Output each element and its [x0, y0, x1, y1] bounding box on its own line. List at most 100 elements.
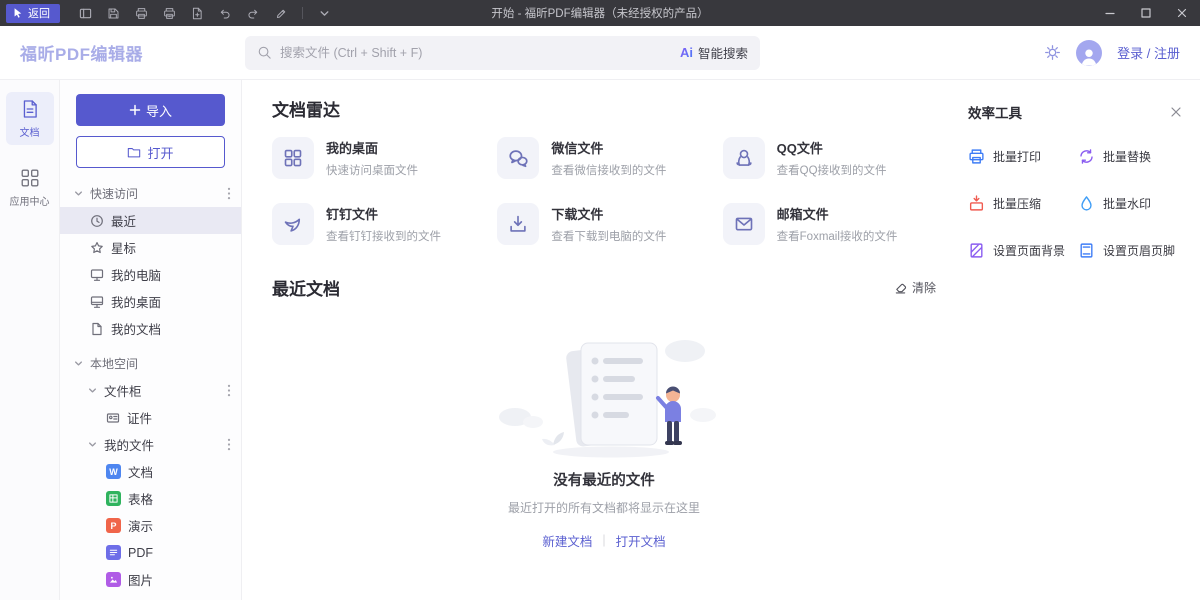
- close-icon[interactable]: [1170, 106, 1182, 118]
- more-icon[interactable]: [227, 438, 231, 451]
- download-icon: [497, 203, 539, 245]
- sidebar-item-starred[interactable]: 星标: [60, 234, 241, 261]
- header-footer-icon: [1078, 242, 1095, 259]
- search-input[interactable]: [280, 46, 662, 60]
- toolbar-divider: [302, 7, 303, 19]
- more-icon[interactable]: [227, 384, 231, 397]
- sidebar-item-file-cabinet[interactable]: 文件柜: [60, 377, 241, 404]
- sidebar-item-docs[interactable]: W 文档: [60, 458, 241, 485]
- tool-page-background[interactable]: 设置页面背景: [968, 242, 1072, 259]
- sidebar-item-my-desktop[interactable]: 我的桌面: [60, 288, 241, 315]
- tool-header-footer[interactable]: 设置页眉页脚: [1078, 242, 1182, 259]
- chevron-down-icon: [74, 189, 83, 198]
- item-label: 文件柜: [104, 381, 142, 400]
- chevron-down-icon: [88, 386, 97, 395]
- maximize-button[interactable]: [1128, 0, 1164, 26]
- left-rail: 文档 应用中心: [0, 80, 60, 600]
- tool-batch-compress[interactable]: 批量压缩: [968, 195, 1072, 212]
- mail-icon: [723, 203, 765, 245]
- open-button[interactable]: 打开: [76, 136, 225, 168]
- tool-batch-replace[interactable]: 批量替换: [1078, 148, 1182, 165]
- pdf-file-icon: [106, 545, 121, 560]
- sidebar-item-my-computer[interactable]: 我的电脑: [60, 261, 241, 288]
- card-title: 下载文件: [551, 204, 666, 223]
- item-label: PDF: [128, 546, 153, 560]
- open-document-link[interactable]: 打开文档: [616, 531, 666, 550]
- search-bar[interactable]: Ai 智能搜索: [245, 36, 760, 70]
- desktop-grid-icon: [272, 137, 314, 179]
- new-file-icon[interactable]: [186, 3, 208, 23]
- gear-icon[interactable]: [1044, 44, 1061, 61]
- group-local-space[interactable]: 本地空间: [60, 350, 241, 377]
- close-button[interactable]: [1164, 0, 1200, 26]
- item-label: 我的文件: [104, 435, 154, 454]
- card-dingtalk-files[interactable]: 钉钉文件 查看钉钉接收到的文件: [272, 203, 485, 245]
- chevron-down-icon: [74, 359, 83, 368]
- item-label: 我的文档: [111, 319, 161, 338]
- app-window: 返回: [0, 0, 1200, 600]
- back-button[interactable]: 返回: [6, 4, 60, 23]
- sidebar-item-recent[interactable]: 最近: [60, 207, 241, 234]
- tool-batch-watermark[interactable]: 批量水印: [1078, 195, 1182, 212]
- rail-item-label: 应用中心: [10, 193, 50, 208]
- card-mail-files[interactable]: 邮箱文件 查看Foxmail接收的文件: [723, 203, 936, 245]
- empty-illustration: [489, 325, 719, 465]
- sidebar-item-certificates[interactable]: 证件: [60, 404, 241, 431]
- rail-item-documents[interactable]: 文档: [6, 92, 54, 145]
- folder-tree: 快速访问 最近 星标 我的电脑 我的桌面: [60, 180, 241, 593]
- titlebar: 返回: [0, 0, 1200, 26]
- card-title: 微信文件: [551, 138, 666, 157]
- tool-batch-print[interactable]: 批量打印: [968, 148, 1072, 165]
- sidebar-item-images[interactable]: 图片: [60, 566, 241, 593]
- save-icon[interactable]: [102, 3, 124, 23]
- droplet-icon: [1078, 195, 1095, 212]
- qq-icon: [723, 137, 765, 179]
- item-label: 演示: [128, 516, 153, 535]
- minimize-button[interactable]: [1092, 0, 1128, 26]
- print-icon[interactable]: [130, 3, 152, 23]
- card-desc: 查看下载到电脑的文件: [551, 228, 666, 244]
- redo-icon[interactable]: [242, 3, 264, 23]
- header: 福昕PDF编辑器 Ai 智能搜索 登录 / 注册: [0, 26, 1200, 80]
- menu-icon[interactable]: [74, 3, 96, 23]
- login-register-link[interactable]: 登录 / 注册: [1117, 43, 1180, 62]
- smart-search-button[interactable]: Ai 智能搜索: [670, 43, 748, 62]
- sidebar-item-pdf[interactable]: PDF: [60, 539, 241, 566]
- avatar[interactable]: [1076, 40, 1102, 66]
- smart-search-label: 智能搜索: [698, 43, 748, 62]
- tool-label: 设置页面背景: [993, 242, 1065, 259]
- sidebar-item-my-documents[interactable]: 我的文档: [60, 315, 241, 342]
- document-radar-title: 文档雷达: [272, 96, 936, 121]
- item-label: 证件: [127, 408, 152, 427]
- sidebar-item-slides[interactable]: P 演示: [60, 512, 241, 539]
- tool-label: 批量压缩: [993, 195, 1041, 212]
- group-quick-access[interactable]: 快速访问: [60, 180, 241, 207]
- import-label: 导入: [146, 101, 172, 120]
- card-my-desktop[interactable]: 我的桌面 快速访问桌面文件: [272, 137, 485, 179]
- card-download-files[interactable]: 下载文件 查看下载到电脑的文件: [497, 203, 710, 245]
- import-button[interactable]: 导入: [76, 94, 225, 126]
- group-label: 本地空间: [90, 355, 138, 372]
- clear-button[interactable]: 清除: [894, 279, 936, 296]
- card-desc: 查看QQ接收到的文件: [777, 162, 887, 178]
- plus-icon: [129, 104, 141, 116]
- toolbar-more-icon[interactable]: [313, 3, 335, 23]
- card-qq-files[interactable]: QQ文件 查看QQ接收到的文件: [723, 137, 936, 179]
- rail-item-app-center[interactable]: 应用中心: [6, 161, 54, 214]
- cursor-icon: [13, 7, 24, 19]
- open-label: 打开: [147, 143, 173, 162]
- sidebar-item-sheets[interactable]: 表格: [60, 485, 241, 512]
- sidebar-item-my-files[interactable]: 我的文件: [60, 431, 241, 458]
- pen-icon[interactable]: [270, 3, 292, 23]
- undo-icon[interactable]: [214, 3, 236, 23]
- id-card-icon: [106, 411, 120, 425]
- new-document-link[interactable]: 新建文档: [542, 531, 592, 550]
- compress-icon: [968, 195, 985, 212]
- item-label: 文档: [128, 462, 153, 481]
- tool-label: 批量替换: [1103, 148, 1151, 165]
- card-desc: 查看微信接收到的文件: [551, 162, 666, 178]
- more-icon[interactable]: [227, 187, 231, 200]
- quick-print-icon[interactable]: [158, 3, 180, 23]
- card-wechat-files[interactable]: 微信文件 查看微信接收到的文件: [497, 137, 710, 179]
- page-icon: [90, 322, 104, 336]
